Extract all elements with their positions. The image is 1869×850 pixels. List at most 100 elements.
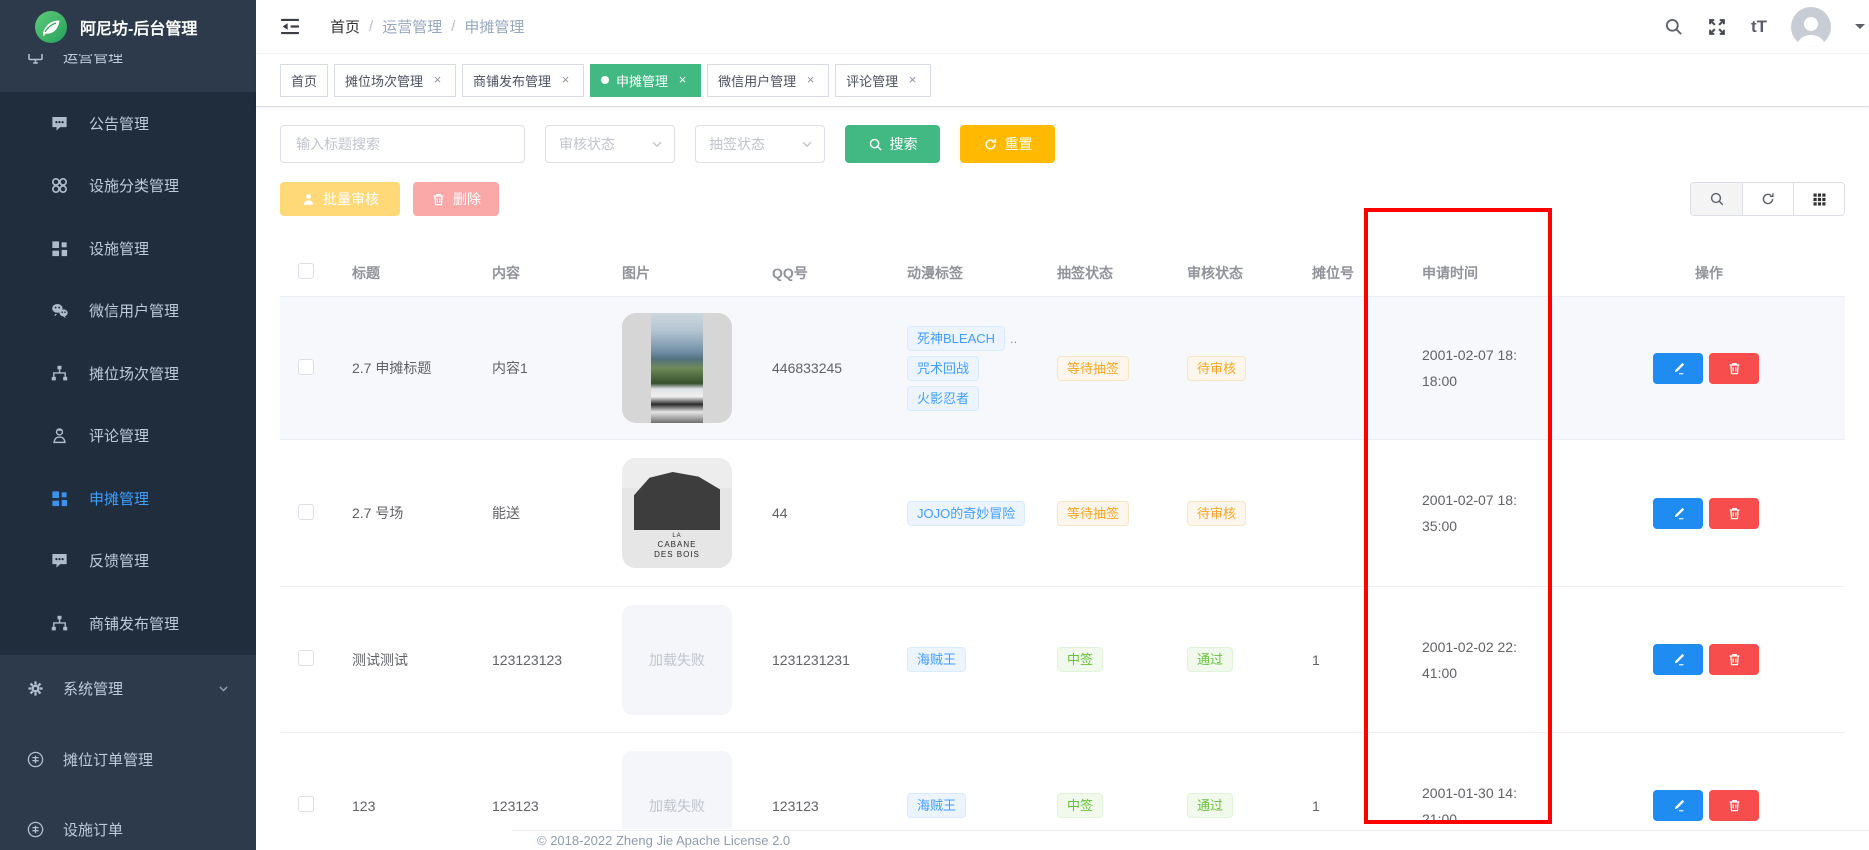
close-icon[interactable]: × <box>430 73 445 88</box>
cell-qq: 123123 <box>760 798 895 814</box>
sidebar-item-comment-management[interactable]: 评论管理 <box>0 405 256 468</box>
grid-columns-icon[interactable] <box>1793 183 1844 215</box>
comment-icon <box>50 114 69 133</box>
caret-down-icon[interactable] <box>1855 24 1865 34</box>
row-checkbox[interactable] <box>298 504 314 520</box>
gear-icon <box>26 679 45 698</box>
refresh-icon[interactable] <box>1742 183 1793 215</box>
cell-content: 能送 <box>480 503 610 523</box>
tab-wechat-user[interactable]: 微信用户管理× <box>707 64 829 97</box>
sidebar-collapse-icon[interactable] <box>278 17 302 36</box>
tab-booth-session[interactable]: 摊位场次管理× <box>334 64 456 97</box>
tab-label: 首页 <box>291 71 317 90</box>
cell-operations <box>1650 498 1845 529</box>
search-icon[interactable] <box>1664 17 1683 36</box>
column-header-booth-no: 摊位号 <box>1300 263 1410 283</box>
search-icon <box>868 137 883 152</box>
table-row: 2.7 申摊标题 内容1 446833245 死神BLEACH.. 咒术回战 火… <box>280 297 1845 440</box>
wechat-icon <box>50 301 69 320</box>
anime-tag: 咒术回战 <box>907 356 979 381</box>
button-label: 重置 <box>1005 134 1033 154</box>
sidebar-item-facility-management[interactable]: 设施管理 <box>0 217 256 280</box>
breadcrumb: 首页 / 运营管理 / 申摊管理 <box>330 16 524 37</box>
edit-button[interactable] <box>1653 353 1703 384</box>
column-header-anime-tags: 动漫标签 <box>895 263 1045 283</box>
sidebar-item-booth-order-management[interactable]: 摊位订单管理 <box>0 731 256 787</box>
row-checkbox[interactable] <box>298 650 314 666</box>
sidebar: 运营管理 公告管理 设施分类管理 设施管理 微信用户管理 摊位场次管理 评论管理 <box>0 0 256 850</box>
fullscreen-icon[interactable] <box>1707 17 1727 37</box>
sidebar-item-label: 摊位场次管理 <box>89 363 179 384</box>
audit-status-select[interactable]: 审核状态 <box>545 125 675 163</box>
toggle-search-icon[interactable] <box>1691 183 1742 215</box>
footer-copyright: © 2018-2022 Zheng Jie Apache License 2.0 <box>512 830 1869 850</box>
column-header-apply-time: 申请时间 <box>1410 263 1650 283</box>
cell-operations <box>1650 790 1845 821</box>
delete-button[interactable] <box>1709 498 1759 529</box>
table-toolbar <box>1690 182 1845 216</box>
cell-anime-tags: 海贼王 <box>895 793 1045 818</box>
person-icon <box>301 192 316 207</box>
breadcrumb-separator: / <box>451 18 455 35</box>
tab-comment[interactable]: 评论管理 × <box>835 64 931 97</box>
tab-home[interactable]: 首页 <box>280 64 328 97</box>
search-button[interactable]: 搜索 <box>845 125 940 163</box>
chevron-down-icon <box>800 137 814 151</box>
sidebar-item-feedback-management[interactable]: 反馈管理 <box>0 530 256 593</box>
tab-label: 评论管理 <box>846 71 898 90</box>
title-search-input[interactable] <box>280 125 525 163</box>
close-icon[interactable]: × <box>558 73 573 88</box>
sidebar-item-system-management[interactable]: 系统管理 <box>0 660 256 716</box>
cell-apply-time: 2001-02-02 22:41:00 <box>1410 634 1650 686</box>
column-header-operations: 操作 <box>1650 263 1845 283</box>
sidebar-item-label: 反馈管理 <box>89 550 149 571</box>
tab-booth-apply[interactable]: 申摊管理× <box>590 64 701 97</box>
batch-delete-button[interactable]: 删除 <box>413 182 499 216</box>
sidebar-item-label: 申摊管理 <box>89 488 149 509</box>
sidebar-item-booth-session-management[interactable]: 摊位场次管理 <box>0 342 256 405</box>
sidebar-item-announcement-management[interactable]: 公告管理 <box>0 92 256 155</box>
audit-status-badge: 通过 <box>1187 647 1233 672</box>
cell-operations <box>1650 644 1845 675</box>
avatar[interactable] <box>1791 7 1831 47</box>
reset-button[interactable]: 重置 <box>960 125 1055 163</box>
row-checkbox[interactable] <box>298 359 314 375</box>
edit-button[interactable] <box>1653 790 1703 821</box>
edit-button[interactable] <box>1653 644 1703 675</box>
sidebar-item-facility-category-management[interactable]: 设施分类管理 <box>0 155 256 218</box>
sidebar-item-label: 系统管理 <box>63 678 123 699</box>
lottery-status-select[interactable]: 抽签状态 <box>695 125 825 163</box>
delete-button[interactable] <box>1709 790 1759 821</box>
order-circle-icon <box>26 750 45 769</box>
close-icon[interactable]: × <box>905 73 920 88</box>
tab-shop-publish[interactable]: 商铺发布管理 × <box>462 64 584 97</box>
edit-button[interactable] <box>1653 498 1703 529</box>
breadcrumb-home[interactable]: 首页 <box>330 16 360 37</box>
cell-title: 2.7 号场 <box>340 503 480 523</box>
sidebar-item-facility-order[interactable]: 设施订单 <box>0 801 256 850</box>
page-content: 审核状态 抽签状态 搜索 重置 批量审核 删除 <box>256 125 1869 829</box>
delete-button[interactable] <box>1709 644 1759 675</box>
row-checkbox[interactable] <box>298 796 314 812</box>
cell-booth-no: 1 <box>1300 652 1410 668</box>
tab-label: 商铺发布管理 <box>473 71 551 90</box>
delete-button[interactable] <box>1709 353 1759 384</box>
cell-content: 123123123 <box>480 652 610 668</box>
select-all-checkbox[interactable] <box>298 263 314 279</box>
select-placeholder: 抽签状态 <box>709 134 765 154</box>
sitemap-icon <box>50 364 69 383</box>
cell-anime-tags: 海贼王 <box>895 647 1045 672</box>
cell-title: 测试测试 <box>340 650 480 670</box>
sidebar-item-shop-publish-management[interactable]: 商铺发布管理 <box>0 592 256 655</box>
sidebar-item-booth-apply-management[interactable]: 申摊管理 <box>0 467 256 530</box>
anime-tag: 海贼王 <box>907 793 966 818</box>
font-size-icon[interactable]: tT <box>1751 17 1767 37</box>
app-title: 阿尼坊-后台管理 <box>80 15 197 39</box>
column-header-title: 标题 <box>340 263 480 283</box>
sidebar-item-wechat-user-management[interactable]: 微信用户管理 <box>0 280 256 343</box>
close-icon[interactable]: × <box>675 73 690 88</box>
batch-audit-button[interactable]: 批量审核 <box>280 182 400 216</box>
booth-apply-table: 标题 内容 图片 QQ号 动漫标签 抽签状态 审核状态 摊位号 申请时间 操作 … <box>280 249 1845 829</box>
close-icon[interactable]: × <box>803 73 818 88</box>
cell-qq: 446833245 <box>760 360 895 376</box>
